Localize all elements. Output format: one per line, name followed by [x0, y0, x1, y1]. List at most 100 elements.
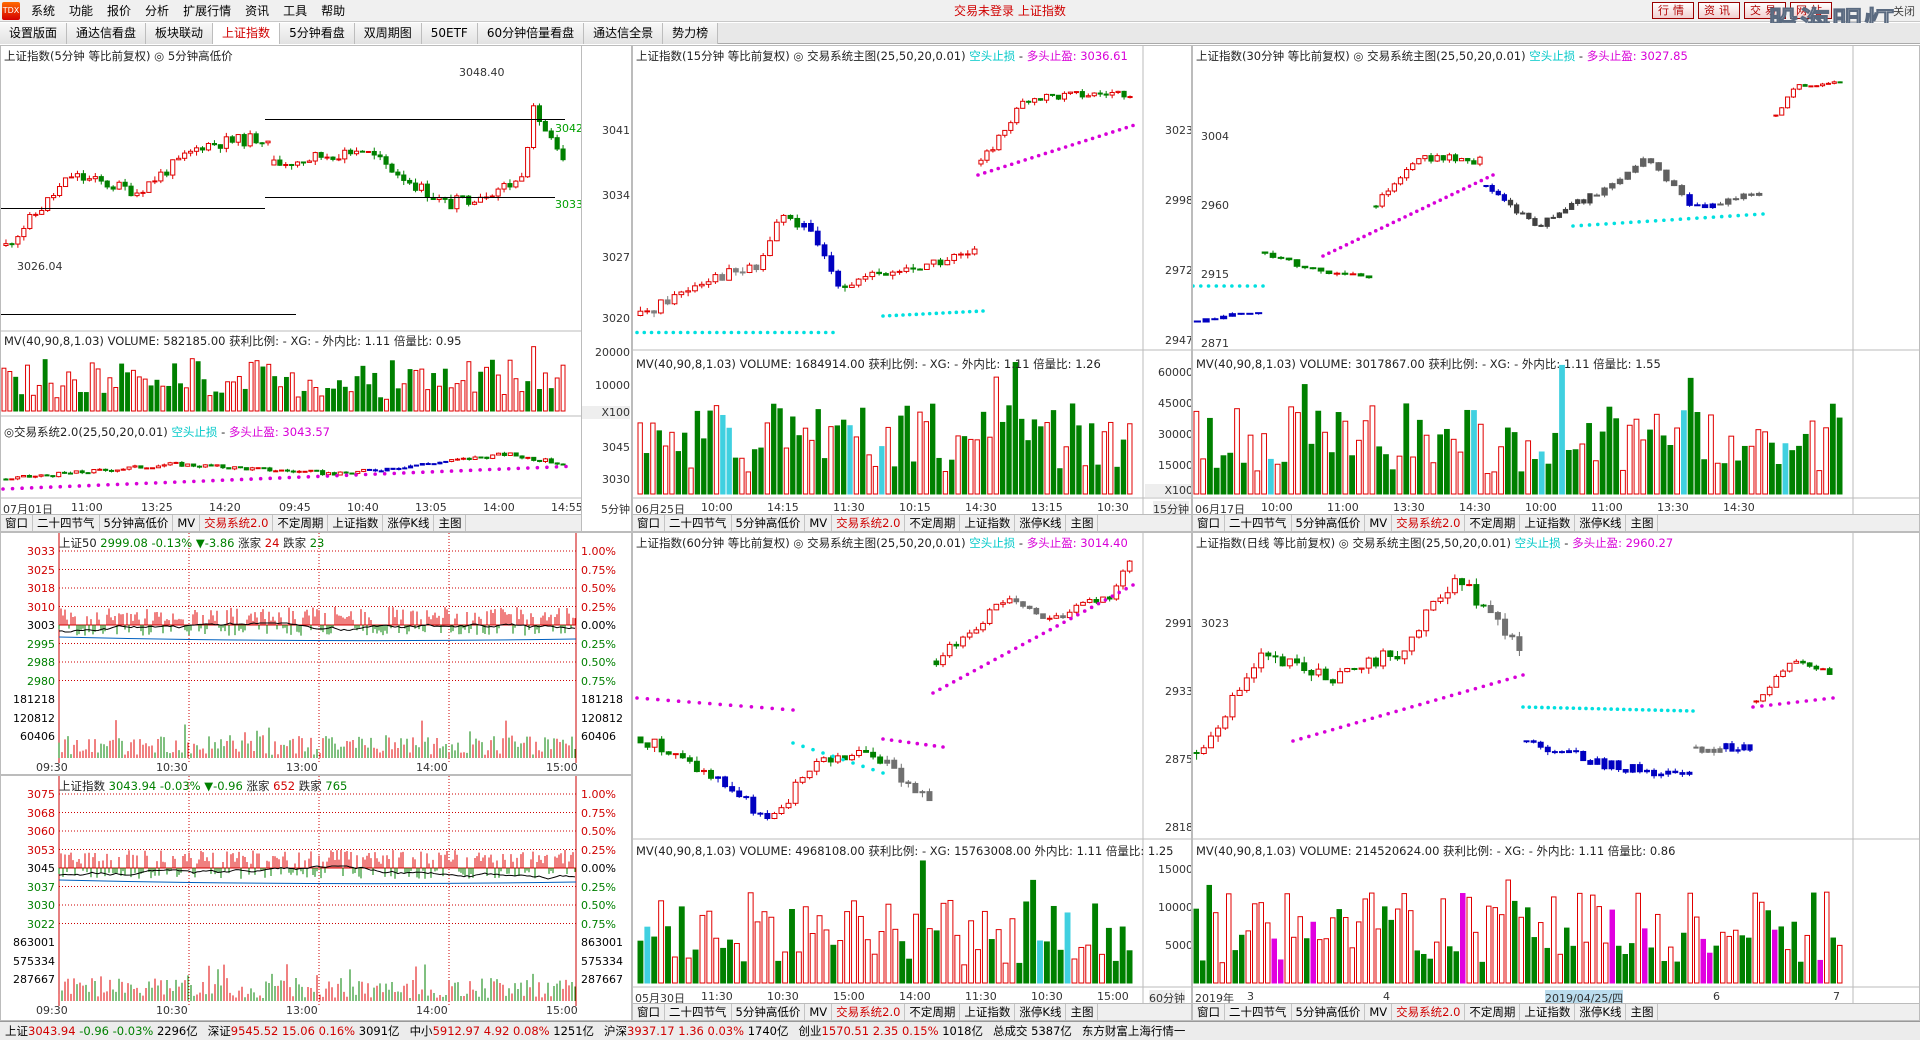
- app-logo: TDX: [2, 1, 20, 20]
- status-bar: 上证3043.94 -0.96 -0.03% 2296亿 深证9545.52 1…: [0, 1021, 1920, 1040]
- tab-tdx-view[interactable]: 通达信看盘: [67, 23, 147, 44]
- pct-scale-right: 120812: [581, 711, 623, 725]
- pct-scale-right: 287667: [581, 973, 623, 986]
- chart-title: 上证指数(5分钟 等比前复权) ◎ 5分钟高低价: [4, 49, 233, 63]
- tab-settings[interactable]: 设置版面: [0, 23, 68, 44]
- chart-title: 上证指数(15分钟 等比前复权) ◎ 交易系统主图(25,50,20,0.01)…: [636, 49, 1128, 63]
- time-axis-label: 13:00: [286, 761, 318, 774]
- tab-5min[interactable]: 5分钟看盘: [280, 23, 355, 44]
- menu-analysis[interactable]: 分析: [138, 0, 176, 22]
- menu-function[interactable]: 功能: [62, 0, 100, 22]
- panel-shzs-intraday[interactable]: 上证指数 3043.94 -0.03% ▼-0.96 涨家 652 跌家 765…: [0, 775, 632, 1021]
- tab-60min-volume[interactable]: 60分钟倍量看盘: [477, 23, 585, 44]
- pct-scale-right: 0.25%: [581, 637, 616, 651]
- tab-sh-index[interactable]: 上证指数: [213, 23, 281, 44]
- status-sz[interactable]: 深证9545.52 15.06 0.16% 3091亿: [203, 1023, 405, 1039]
- price-scale-left: 863001: [13, 936, 55, 949]
- menu-tools[interactable]: 工具: [276, 0, 314, 22]
- pct-scale-right: 0.25%: [581, 843, 616, 857]
- tab-power-list[interactable]: 势力榜: [663, 23, 719, 44]
- status-chinext[interactable]: 创业1570.51 2.35 0.15% 1018亿: [794, 1023, 988, 1039]
- tab-sector-link[interactable]: 板块联动: [146, 23, 214, 44]
- panel-sz50-intraday[interactable]: 上证50 2999.08 -0.13% ▼-3.86 涨家 24 跌家 23 3…: [0, 532, 632, 775]
- tab-dual-period[interactable]: 双周期图: [354, 23, 422, 44]
- pct-scale-right: 0.50%: [581, 656, 616, 669]
- tab-50etf[interactable]: 50ETF: [421, 23, 478, 44]
- time-axis-label: 13:00: [286, 1004, 318, 1017]
- pct-scale-right: 863001: [581, 936, 623, 949]
- status-total: 总成交 5387亿: [992, 1024, 1072, 1038]
- price-scale-left: 3022: [27, 917, 55, 931]
- pct-scale-right: 0.25%: [581, 880, 616, 894]
- panel-15min[interactable]: 上证指数(15分钟 等比前复权) ◎ 交易系统主图(25,50,20,0.01)…: [632, 45, 1192, 532]
- volume-indicator: MV(40,90,8,1.03) VOLUME: 4968108.00 获利比例…: [636, 844, 1174, 858]
- price-scale-left: 60406: [20, 730, 55, 743]
- volume-indicator: MV(40,90,8,1.03) VOLUME: 582185.00 获利比例:…: [4, 334, 462, 348]
- low-label: 3026.04: [17, 260, 63, 273]
- system-indicator: ◎交易系统2.0(25,50,20,0.01) 空头止损 - 多头止盈: 304…: [4, 425, 330, 439]
- price-scale-left: 3045: [27, 862, 55, 875]
- info-button[interactable]: 资讯: [1698, 2, 1740, 19]
- time-axis-label: 10:30: [156, 1004, 188, 1017]
- login-status: 交易未登录 上证指数: [954, 4, 1066, 18]
- axis-5min: 3041 3034 3027 3020 20000 10000 X100 304…: [582, 45, 632, 532]
- price-scale-left: 575334: [13, 954, 55, 968]
- pct-scale-right: 0.50%: [581, 899, 616, 912]
- panel-toolbar[interactable]: 窗口 二十四节气 5分钟高低价 MV 交易系统2.0 不定周期 上证指数 涨停K线 主图: [633, 1003, 1191, 1020]
- pct-scale-right: 1.00%: [581, 788, 616, 801]
- panel-60min[interactable]: 上证指数(60分钟 等比前复权) ◎ 交易系统主图(25,50,20,0.01)…: [632, 532, 1192, 1021]
- price-scale-left: 3068: [27, 806, 55, 820]
- sz50-header: 上证50 2999.08 -0.13% ▼-3.86 涨家 24 跌家 23: [59, 536, 325, 550]
- pct-scale-right: 575334: [581, 954, 623, 968]
- price-scale-left: 120812: [13, 711, 55, 725]
- status-source: 东方财富上海行情一: [1081, 1024, 1186, 1038]
- tab-tdx-panorama[interactable]: 通达信全景: [584, 23, 664, 44]
- chart-title: 上证指数(30分钟 等比前复权) ◎ 交易系统主图(25,50,20,0.01)…: [1196, 49, 1688, 63]
- pct-scale-right: 60406: [581, 730, 616, 743]
- status-sh[interactable]: 上证3043.94 -0.96 -0.03% 2296亿: [0, 1023, 203, 1039]
- price-scale-left: 3010: [27, 600, 55, 614]
- shzs-header: 上证指数 3043.94 -0.03% ▼-0.96 涨家 652 跌家 765: [59, 779, 348, 793]
- price-scale-left: 2980: [27, 674, 55, 688]
- time-axis-label: 10:30: [156, 761, 188, 774]
- price-scale-left: 3037: [27, 880, 55, 894]
- pct-scale-right: 0.50%: [581, 582, 616, 595]
- close-button[interactable]: 关闭: [1893, 3, 1915, 19]
- price-scale-left: 287667: [13, 973, 55, 986]
- price-scale-left: 3030: [27, 899, 55, 912]
- volume-indicator: MV(40,90,8,1.03) VOLUME: 1684914.00 获利比例…: [636, 357, 1101, 371]
- menu-help[interactable]: 帮助: [314, 0, 352, 22]
- panel-toolbar[interactable]: 窗口 二十四节气 5分钟高低价 MV 交易系统2.0 不定周期 上证指数 涨停K线 主图: [633, 514, 1191, 531]
- menu-quote[interactable]: 报价: [100, 0, 138, 22]
- pct-scale-right: 0.75%: [581, 806, 616, 820]
- chart-title: 上证指数(60分钟 等比前复权) ◎ 交易系统主图(25,50,20,0.01)…: [636, 536, 1128, 550]
- quote-button[interactable]: 行情: [1652, 2, 1694, 19]
- time-axis-label: 14:00: [416, 1004, 448, 1017]
- price-label-b: 3033: [555, 198, 582, 211]
- price-scale-left: 3025: [27, 563, 55, 577]
- high-label: 3048.40: [459, 66, 505, 79]
- price-scale-left: 3003: [27, 619, 55, 632]
- price-scale-left: 3075: [27, 788, 55, 801]
- panel-toolbar[interactable]: 窗口 二十四节气 5分钟高低价 MV 交易系统2.0 不定周期 上证指数 涨停K线 主图: [1193, 514, 1919, 531]
- menu-system[interactable]: 系统: [24, 0, 62, 22]
- status-sme[interactable]: 中小5912.97 4.92 0.08% 1251亿: [405, 1023, 599, 1039]
- panel-5min[interactable]: 上证指数(5分钟 等比前复权) ◎ 5分钟高低价 3048.40 3026.04…: [0, 45, 582, 532]
- pct-scale-right: 0.50%: [581, 825, 616, 838]
- status-hs300[interactable]: 沪深3937.17 1.36 0.03% 1740亿: [599, 1023, 793, 1039]
- time-axis-label: 14:00: [416, 761, 448, 774]
- menu-ext-market[interactable]: 扩展行情: [176, 0, 238, 22]
- chart-title: 上证指数(日线 等比前复权) ◎ 交易系统主图(25,50,20,0.01) 空…: [1196, 536, 1674, 550]
- layout-tabs: 设置版面 通达信看盘 板块联动 上证指数 5分钟看盘 双周期图 50ETF 60…: [0, 23, 1920, 44]
- pct-scale-right: 181218: [581, 693, 623, 706]
- price-scale-left: 3060: [27, 825, 55, 838]
- pct-scale-right: 1.00%: [581, 545, 616, 558]
- panel-toolbar[interactable]: 窗口 二十四节气 5分钟高低价 MV 交易系统2.0 不定周期 上证指数 涨停K线 主图: [1193, 1003, 1919, 1020]
- panel-daily[interactable]: 上证指数(日线 等比前复权) ◎ 交易系统主图(25,50,20,0.01) 空…: [1192, 532, 1920, 1021]
- panel-toolbar[interactable]: 窗口 二十四节气 5分钟高低价 MV 交易系统2.0 不定周期 上证指数 涨停K线 主图: [1, 514, 581, 531]
- pct-scale-right: 0.25%: [581, 600, 616, 614]
- circle-icon: ◎: [4, 425, 15, 439]
- menu-info[interactable]: 资讯: [238, 0, 276, 22]
- volume-indicator: MV(40,90,8,1.03) VOLUME: 3017867.00 获利比例…: [1196, 357, 1661, 371]
- panel-30min[interactable]: 上证指数(30分钟 等比前复权) ◎ 交易系统主图(25,50,20,0.01)…: [1192, 45, 1920, 532]
